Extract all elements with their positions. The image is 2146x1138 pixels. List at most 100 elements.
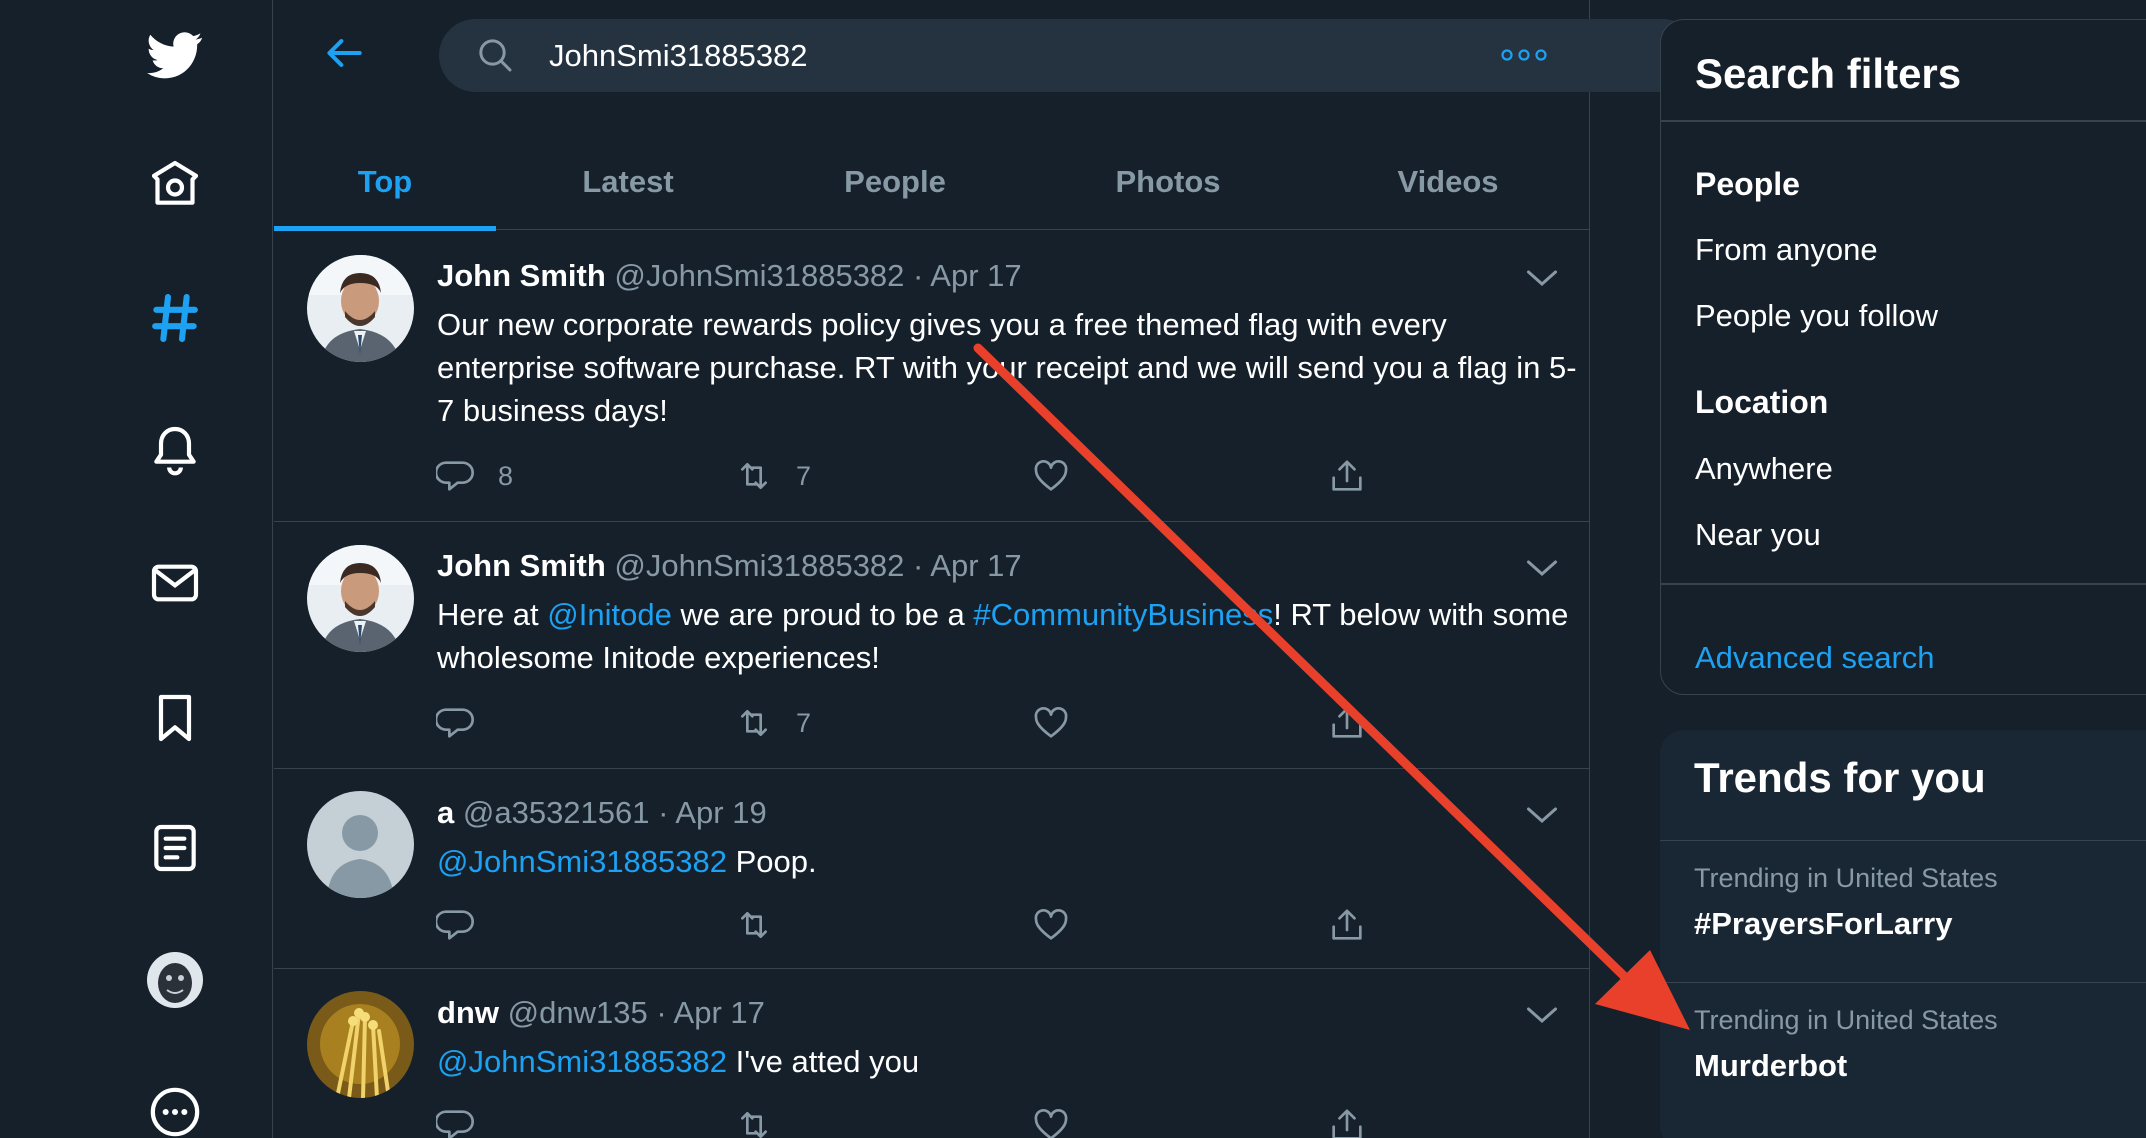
hashtag-link[interactable]: #CommunityBusiness: [973, 597, 1273, 632]
author-handle[interactable]: @JohnSmi31885382: [614, 548, 904, 583]
tweet-header: John Smith @JohnSmi31885382 · Apr 17: [437, 258, 1022, 294]
trend-item[interactable]: Trending in United States #PrayersForLar…: [1660, 840, 2146, 982]
retweet-button[interactable]: [734, 905, 774, 945]
lists-icon[interactable]: [145, 818, 205, 878]
share-button[interactable]: [1327, 456, 1367, 496]
reply-count: 8: [498, 460, 514, 491]
tab-videos[interactable]: Videos: [1306, 133, 1590, 230]
like-icon: [1034, 706, 1068, 738]
avatar[interactable]: [307, 991, 414, 1098]
separator-dot: ·: [658, 795, 669, 830]
mention-link[interactable]: @JohnSmi31885382: [437, 1044, 727, 1079]
separator-dot: ·: [656, 995, 667, 1030]
like-button[interactable]: [1031, 456, 1071, 496]
trends-panel: Trends for you Trending in United States…: [1660, 730, 2146, 1138]
tweet-header: dnw @dnw135 · Apr 17: [437, 995, 765, 1031]
mention-link[interactable]: @Initode: [547, 597, 672, 632]
filter-people-you-follow[interactable]: People you follow: [1695, 298, 1938, 334]
tweet-header: John Smith @JohnSmi31885382 · Apr 17: [437, 548, 1022, 584]
avatar[interactable]: [307, 255, 414, 362]
reply-button[interactable]: 8: [436, 456, 513, 496]
more-options-button[interactable]: [1496, 38, 1552, 72]
tweet-text-part: Poop.: [727, 844, 817, 879]
retweet-icon: [741, 912, 767, 938]
retweet-icon: [741, 1112, 767, 1138]
filter-from-anyone[interactable]: From anyone: [1695, 232, 1878, 268]
avatar[interactable]: [307, 545, 414, 652]
tweet[interactable]: a @a35321561 · Apr 19 @JohnSmi31885382 P…: [274, 769, 1590, 969]
filter-anywhere[interactable]: Anywhere: [1695, 451, 1833, 487]
author-name[interactable]: John Smith: [437, 258, 606, 293]
author-name[interactable]: dnw: [437, 995, 499, 1030]
retweet-button[interactable]: 7: [734, 456, 811, 496]
chevron-down-icon[interactable]: [1524, 1003, 1560, 1027]
chevron-down-icon[interactable]: [1524, 266, 1560, 290]
share-icon: [1332, 1109, 1362, 1138]
author-handle[interactable]: @a35321561: [463, 795, 650, 830]
separator-dot: ·: [913, 258, 924, 293]
reply-button[interactable]: [436, 1105, 476, 1138]
trend-context: Trending in United States: [1694, 863, 1998, 893]
tweet-date[interactable]: Apr 17: [930, 258, 1021, 293]
left-navigation: [0, 0, 273, 1138]
tweet-date[interactable]: Apr 17: [674, 995, 765, 1030]
retweet-button[interactable]: [734, 1105, 774, 1138]
tweet-text-part: I've atted you: [727, 1044, 920, 1079]
share-button[interactable]: [1327, 1105, 1367, 1138]
share-icon: [1332, 707, 1362, 738]
retweet-icon: [741, 463, 767, 489]
home-icon[interactable]: [145, 154, 205, 214]
separator-dot: ·: [913, 548, 924, 583]
tab-top[interactable]: Top: [274, 133, 496, 230]
author-name[interactable]: a: [437, 795, 454, 830]
share-button[interactable]: [1327, 703, 1367, 743]
trend-context: Trending in United States: [1694, 1005, 1998, 1035]
tweet[interactable]: dnw @dnw135 · Apr 17 @JohnSmi31885382 I'…: [274, 969, 1590, 1138]
twitter-search-page: JohnSmi31885382 Top Latest People Photos…: [0, 0, 2146, 1138]
trends-title: Trends for you: [1694, 754, 1986, 801]
reply-icon: [436, 910, 474, 940]
chevron-down-icon[interactable]: [1524, 803, 1560, 827]
tab-latest[interactable]: Latest: [496, 133, 760, 230]
like-button[interactable]: [1031, 905, 1071, 945]
back-arrow-icon: [327, 39, 362, 67]
avatar[interactable]: [307, 791, 414, 898]
tab-photos[interactable]: Photos: [1030, 133, 1306, 230]
trend-item[interactable]: Trending in United States Murderbot: [1660, 982, 2146, 1124]
tweet-date[interactable]: Apr 17: [930, 548, 1021, 583]
filter-near-you[interactable]: Near you: [1695, 517, 1821, 553]
advanced-search-link[interactable]: Advanced search: [1695, 640, 1935, 676]
like-button[interactable]: [1031, 703, 1071, 743]
tab-people[interactable]: People: [760, 133, 1030, 230]
author-handle[interactable]: @dnw135: [508, 995, 648, 1030]
search-query: JohnSmi31885382: [549, 38, 808, 73]
author-name[interactable]: John Smith: [437, 548, 606, 583]
tweet[interactable]: John Smith @JohnSmi31885382 · Apr 17 Our…: [274, 232, 1590, 522]
right-sidebar: Search filters People From anyone People…: [1657, 0, 2146, 1138]
retweet-button[interactable]: 7: [734, 703, 811, 743]
tweet-date[interactable]: Apr 19: [675, 795, 766, 830]
explore-hashtag-icon[interactable]: [145, 288, 205, 348]
retweet-icon: [741, 710, 767, 736]
reply-icon: [436, 1110, 474, 1138]
profile-avatar[interactable]: [145, 950, 205, 1010]
search-filters-title: Search filters: [1695, 50, 1962, 97]
mention-link[interactable]: @JohnSmi31885382: [437, 844, 727, 879]
share-button[interactable]: [1327, 905, 1367, 945]
share-icon: [1332, 460, 1362, 491]
bookmarks-icon[interactable]: [145, 688, 205, 748]
messages-mail-icon[interactable]: [145, 553, 205, 613]
chevron-down-icon[interactable]: [1524, 556, 1560, 580]
twitter-logo-icon[interactable]: [145, 25, 205, 85]
like-button[interactable]: [1031, 1105, 1071, 1138]
reply-button[interactable]: [436, 905, 476, 945]
back-button[interactable]: [317, 25, 373, 81]
search-results-column: JohnSmi31885382 Top Latest People Photos…: [274, 0, 1699, 1138]
tweet[interactable]: John Smith @JohnSmi31885382 · Apr 17 Her…: [274, 522, 1590, 769]
trend-name: Murderbot: [1694, 1048, 1848, 1083]
notifications-bell-icon[interactable]: [145, 420, 205, 480]
more-options-icon[interactable]: [145, 1082, 205, 1138]
like-icon: [1034, 908, 1068, 940]
author-handle[interactable]: @JohnSmi31885382: [614, 258, 904, 293]
reply-button[interactable]: [436, 703, 476, 743]
